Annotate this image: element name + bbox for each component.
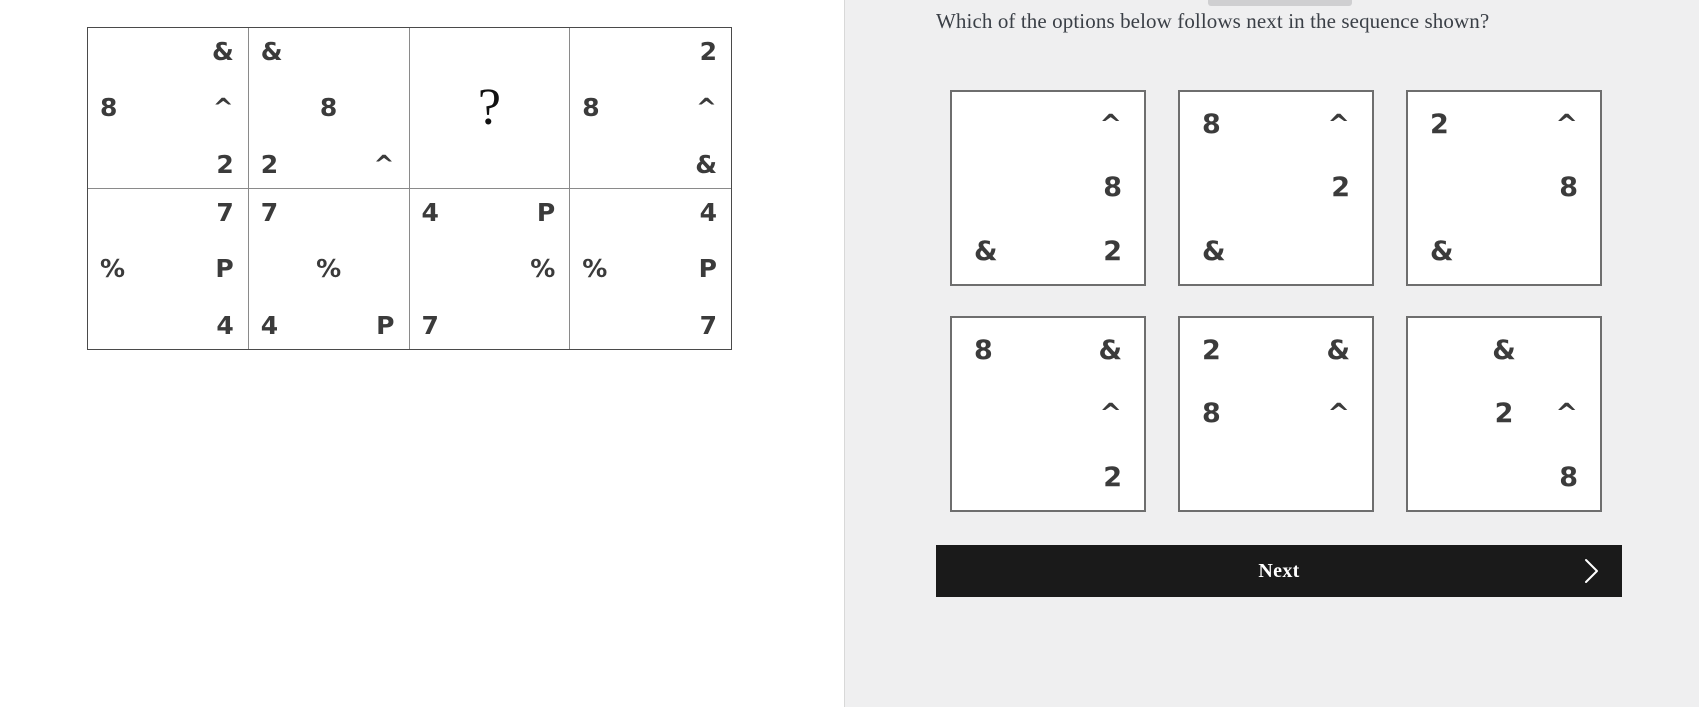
glyph-8: 8 <box>1202 398 1221 429</box>
glyph-caret: ^ <box>696 92 717 122</box>
glyph-8: 8 <box>1202 109 1221 140</box>
glyph-4: 4 <box>260 311 279 340</box>
glyph-ampersand: & <box>1202 236 1226 267</box>
sequence-cell-7: 4 P% 7 <box>410 188 571 349</box>
glyph-caret: ^ <box>1327 109 1350 140</box>
glyph-8: 8 <box>100 92 118 122</box>
glyph-caret: ^ <box>1555 398 1578 429</box>
glyph-percent: % <box>316 253 342 283</box>
sequence-cell-5: % 7 P 4 <box>88 188 249 349</box>
glyph-7: 7 <box>260 197 279 227</box>
glyph-2: 2 <box>1430 109 1449 140</box>
glyph-8: 8 <box>1559 462 1578 493</box>
sequence-grid: 8 & ^ 2 & 8 2 ^? 8 2 ^ &% 7 P 4 7% 4 P 4 P% 7% 4 P 7 <box>87 27 732 350</box>
glyph-caret: ^ <box>373 149 395 179</box>
glyph-2: 2 <box>1202 335 1221 366</box>
glyph-4: 4 <box>421 197 439 227</box>
glyph-P: P <box>698 253 717 283</box>
options-grid: ^ 8 & 2 8 ^ 2 & 2 ^ 8 & 8 & ^ 2 2 & 8 ^ & 2 ^ 8 <box>950 90 1620 512</box>
sequence-cell-6: 7% 4 P <box>249 188 410 349</box>
app-root: 8 & ^ 2 & 8 2 ^? 8 2 ^ &% 7 P 4 7% 4 P 4 P% 7% 4 P 7 Which of t… <box>0 0 1699 707</box>
glyph-caret: ^ <box>212 92 234 122</box>
option-5[interactable]: 2 & 8 ^ <box>1178 316 1374 512</box>
glyph-ampersand: & <box>260 37 283 66</box>
glyph-ampersand: & <box>1326 335 1350 366</box>
question-mark-placeholder: ? <box>477 78 501 136</box>
glyph-P: P <box>376 311 395 340</box>
sequence-cell-1: 8 & ^ 2 <box>88 28 249 189</box>
top-tab-stub <box>1208 0 1352 6</box>
glyph-8: 8 <box>319 92 338 122</box>
glyph-2: 2 <box>1331 172 1350 203</box>
glyph-8: 8 <box>1559 172 1578 203</box>
sequence-cell-3-unknown: ? <box>409 28 571 189</box>
glyph-2: 2 <box>1103 462 1122 493</box>
sequence-cell-2: & 8 2 ^ <box>248 28 410 189</box>
option-3[interactable]: 2 ^ 8 & <box>1406 90 1602 286</box>
glyph-8: 8 <box>1103 172 1122 203</box>
glyph-percent: % <box>530 253 556 283</box>
glyph-2: 2 <box>216 149 234 179</box>
glyph-ampersand: & <box>211 37 234 66</box>
sequence-pane: 8 & ^ 2 & 8 2 ^? 8 2 ^ &% 7 P 4 7% 4 P 4 P% 7% 4 P 7 <box>0 0 845 707</box>
option-1[interactable]: ^ 8 & 2 <box>950 90 1146 286</box>
glyph-P: P <box>215 253 234 283</box>
glyph-percent: % <box>100 253 126 283</box>
chevron-right-icon <box>1584 558 1600 584</box>
glyph-2: 2 <box>1494 398 1514 429</box>
glyph-ampersand: & <box>1492 335 1516 366</box>
next-button[interactable]: Next <box>936 545 1622 597</box>
question-prompt: Which of the options below follows next … <box>936 9 1490 33</box>
options-area: ^ 8 & 2 8 ^ 2 & 2 ^ 8 & 8 & ^ 2 2 & 8 ^ & 2 ^ 8 <box>950 90 1620 512</box>
glyph-7: 7 <box>216 197 234 227</box>
glyph-2: 2 <box>260 149 279 179</box>
glyph-8: 8 <box>974 335 993 366</box>
glyph-8: 8 <box>582 92 600 122</box>
glyph-ampersand: & <box>1430 236 1454 267</box>
glyph-ampersand: & <box>695 149 717 179</box>
glyph-2: 2 <box>1103 236 1122 267</box>
glyph-P: P <box>536 197 556 227</box>
glyph-4: 4 <box>216 311 234 340</box>
glyph-caret: ^ <box>1327 398 1350 429</box>
sequence-cell-8: % 4 P 7 <box>570 189 731 350</box>
glyph-7: 7 <box>421 311 439 340</box>
glyph-7: 7 <box>699 311 717 340</box>
glyph-caret: ^ <box>1555 109 1578 140</box>
glyph-caret: ^ <box>1099 398 1122 429</box>
glyph-caret: ^ <box>1099 109 1122 140</box>
option-2[interactable]: 8 ^ 2 & <box>1178 90 1374 286</box>
glyph-ampersand: & <box>974 236 998 267</box>
glyph-percent: % <box>582 253 608 283</box>
glyph-ampersand: & <box>1098 335 1122 366</box>
glyph-2: 2 <box>699 37 717 66</box>
glyph-4: 4 <box>699 197 717 227</box>
option-4[interactable]: 8 & ^ 2 <box>950 316 1146 512</box>
next-button-label: Next <box>1258 559 1300 582</box>
sequence-cell-4: 8 2 ^ & <box>570 28 731 189</box>
option-6[interactable]: & 2 ^ 8 <box>1406 316 1602 512</box>
